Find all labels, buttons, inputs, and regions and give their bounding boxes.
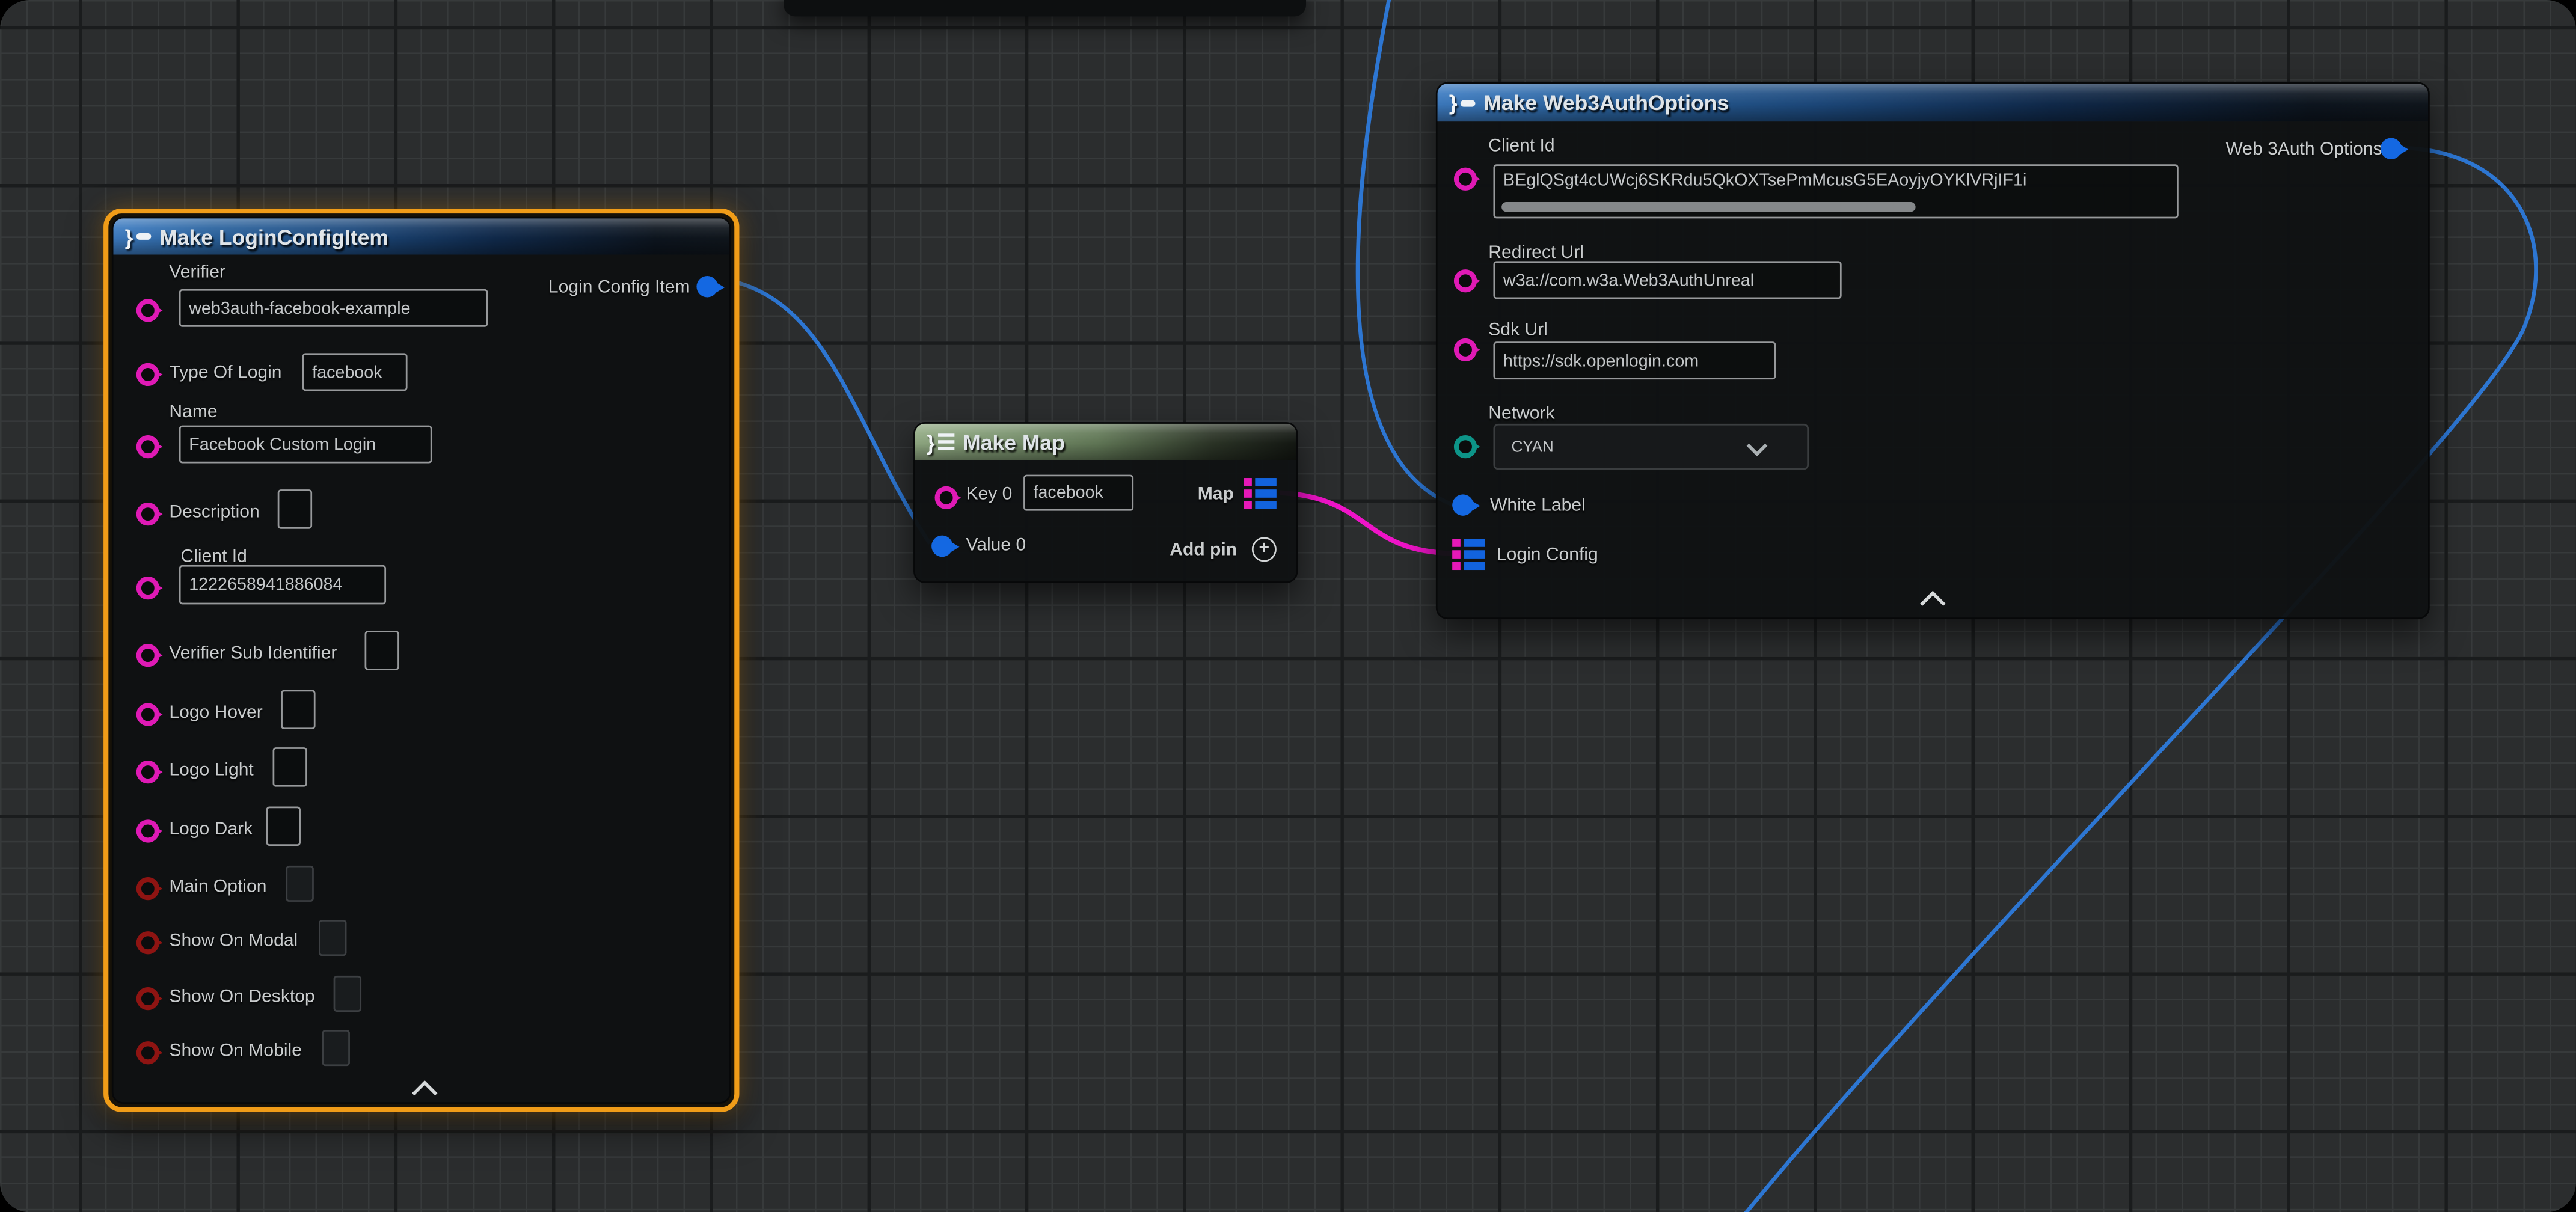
node-header[interactable]: } Make LoginConfigItem: [114, 218, 730, 254]
collapse-chevron-icon[interactable]: [412, 1080, 438, 1106]
output-pin-login-config-item[interactable]: [696, 276, 718, 298]
node-make-map[interactable]: } Make Map Key 0 facebook Map Value 0 Ad…: [913, 422, 1298, 583]
pin-verifier-sub-identifier[interactable]: [136, 644, 159, 667]
wire-map-to-loginconfig[interactable]: [1280, 493, 1459, 554]
show-on-desktop-checkbox[interactable]: [334, 976, 361, 1012]
pin-label-show-on-mobile: Show On Mobile: [169, 1041, 302, 1061]
pin-key-0[interactable]: [935, 486, 958, 509]
pin-verifier[interactable]: [136, 299, 159, 322]
partial-node-top[interactable]: [784, 0, 1306, 16]
logo-dark-input[interactable]: [266, 806, 301, 846]
main-option-checkbox[interactable]: [286, 866, 313, 902]
output-pin-label-map: Map: [1198, 485, 1234, 504]
pin-label-verifier-sub-identifier: Verifier Sub Identifier: [169, 644, 337, 664]
sdk-url-input[interactable]: https://sdk.openlogin.com: [1493, 341, 1776, 379]
pin-show-on-modal[interactable]: [136, 931, 159, 954]
blueprint-editor: } Make LoginConfigItem Login Config Item…: [0, 0, 2576, 1212]
client-id-input[interactable]: BEglQSgt4cUWcj6SKRdu5QkOXTsePmMcusG5EAoy…: [1493, 164, 2178, 218]
pin-label-logo-hover: Logo Hover: [169, 703, 262, 723]
show-on-modal-checkbox[interactable]: [319, 920, 346, 956]
node-make-loginconfigitem[interactable]: } Make LoginConfigItem Login Config Item…: [103, 209, 739, 1112]
pin-label-logo-light: Logo Light: [169, 761, 253, 780]
pin-redirect-url[interactable]: [1454, 269, 1477, 292]
node-header[interactable]: } Make Web3AuthOptions: [1438, 84, 2428, 121]
add-pin-icon[interactable]: +: [1252, 537, 1277, 562]
pin-label-redirect-url: Redirect Url: [1488, 243, 1584, 263]
client-id-text: BEglQSgt4cUWcj6SKRdu5QkOXTsePmMcusG5EAoy…: [1503, 171, 2026, 191]
pin-label-show-on-desktop: Show On Desktop: [169, 987, 314, 1007]
pin-client-id[interactable]: [1454, 168, 1477, 191]
pin-label-network: Network: [1488, 404, 1554, 424]
pin-label-key-0: Key 0: [966, 485, 1012, 504]
make-struct-icon: }: [125, 226, 152, 248]
pin-client-id[interactable]: [136, 577, 159, 599]
pin-label-logo-dark: Logo Dark: [169, 819, 253, 839]
logo-light-input[interactable]: [273, 747, 307, 787]
pin-main-option[interactable]: [136, 877, 159, 900]
pin-label-name: Name: [169, 402, 217, 422]
add-pin-label[interactable]: Add pin: [1170, 540, 1237, 560]
pin-description[interactable]: [136, 503, 159, 525]
pin-label-description: Description: [169, 503, 259, 522]
pin-show-on-mobile[interactable]: [136, 1041, 159, 1064]
collapse-chevron-icon[interactable]: [1920, 591, 1946, 617]
pin-label-login-config: Login Config: [1497, 545, 1598, 565]
node-title: Make Web3AuthOptions: [1483, 90, 1729, 115]
pin-logo-light[interactable]: [136, 761, 159, 783]
pin-white-label[interactable]: [1452, 494, 1474, 516]
output-pin-web3auth-options[interactable]: [2381, 138, 2402, 159]
pin-login-config[interactable]: [1452, 539, 1485, 570]
type-of-login-input[interactable]: facebook: [302, 353, 408, 391]
pin-label-type-of-login: Type Of Login: [169, 363, 281, 383]
redirect-url-input[interactable]: w3a://com.w3a.Web3AuthUnreal: [1493, 261, 1841, 299]
verifier-sub-identifier-input[interactable]: [365, 631, 399, 670]
pin-name[interactable]: [136, 435, 159, 458]
pin-label-verifier: Verifier: [169, 263, 225, 283]
node-title: Make Map: [963, 429, 1065, 454]
pin-label-client-id: Client Id: [1488, 136, 1554, 156]
pin-show-on-desktop[interactable]: [136, 987, 159, 1010]
wire-loginconfigitem-to-value0[interactable]: [711, 278, 930, 544]
client-id-scrollbar[interactable]: [1501, 202, 1915, 212]
pin-logo-hover[interactable]: [136, 703, 159, 726]
pin-network[interactable]: [1454, 435, 1477, 458]
pin-label-value-0: Value 0: [966, 536, 1026, 556]
client-id-input[interactable]: 1222658941886084: [179, 565, 386, 605]
pin-label-show-on-modal: Show On Modal: [169, 931, 298, 951]
key-0-input[interactable]: facebook: [1023, 475, 1133, 511]
description-input[interactable]: [278, 489, 312, 529]
pin-label-main-option: Main Option: [169, 877, 266, 897]
output-pin-label: Login Config Item: [548, 278, 690, 298]
logo-hover-input[interactable]: [281, 690, 315, 729]
output-pin-label: Web 3Auth Options: [2225, 139, 2382, 159]
pin-logo-dark[interactable]: [136, 819, 159, 842]
verifier-input[interactable]: web3auth-facebook-example: [179, 289, 488, 327]
node-make-web3authoptions[interactable]: } Make Web3AuthOptions Web 3Auth Options…: [1436, 82, 2430, 619]
pin-label-white-label: White Label: [1490, 496, 1586, 516]
pin-sdk-url[interactable]: [1454, 338, 1477, 361]
pin-label-client-id: Client Id: [181, 547, 247, 567]
node-header[interactable]: } Make Map: [915, 424, 1296, 460]
network-value: CYAN: [1512, 438, 1554, 456]
output-pin-map[interactable]: [1244, 478, 1277, 509]
name-input[interactable]: Facebook Custom Login: [179, 426, 432, 464]
pin-label-sdk-url: Sdk Url: [1488, 320, 1548, 340]
pin-value-0[interactable]: [931, 536, 953, 557]
node-title: Make LoginConfigItem: [159, 224, 388, 249]
show-on-mobile-checkbox[interactable]: [322, 1030, 349, 1066]
graph-canvas[interactable]: } Make LoginConfigItem Login Config Item…: [0, 0, 2576, 1212]
pin-type-of-login[interactable]: [136, 363, 159, 386]
make-map-icon: }: [927, 431, 955, 453]
make-struct-icon: }: [1449, 92, 1476, 114]
